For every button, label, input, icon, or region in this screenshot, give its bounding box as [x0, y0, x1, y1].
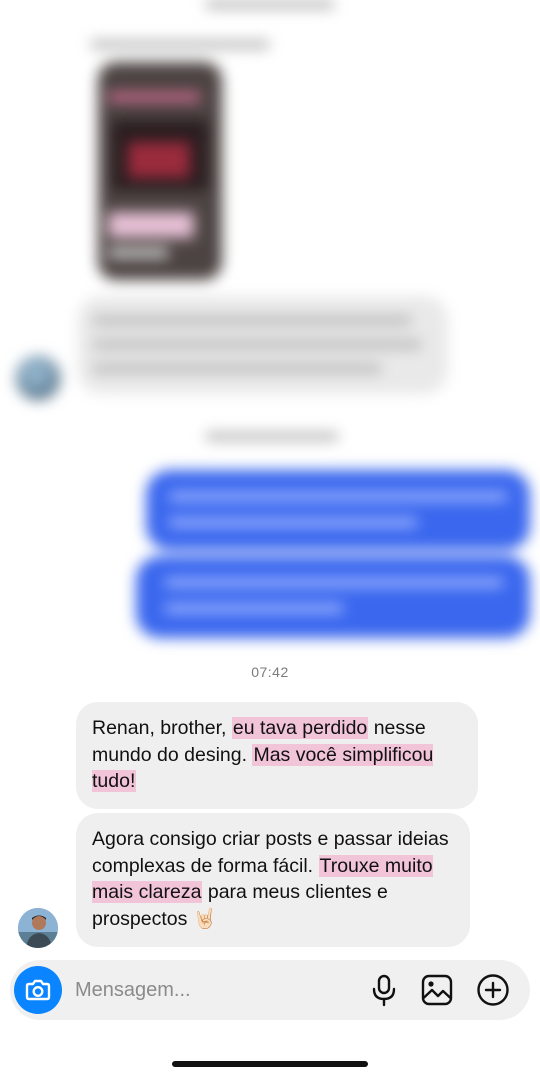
blurred-conversation-history [0, 0, 540, 650]
rock-hand-emoji: 🤘🏻 [192, 907, 218, 930]
message-composer: Mensagem... [10, 960, 530, 1020]
blurred-outgoing-message [136, 556, 530, 638]
home-indicator[interactable] [172, 1061, 368, 1067]
sender-avatar[interactable] [18, 908, 58, 948]
gallery-button[interactable] [419, 972, 455, 1008]
microphone-icon [372, 974, 396, 1007]
blurred-avatar [16, 356, 60, 400]
message-text: Renan, brother, [92, 717, 232, 739]
add-icon [477, 974, 509, 1006]
blurred-outgoing-message [146, 470, 530, 550]
message-input[interactable]: Mensagem... [75, 979, 191, 1002]
camera-button[interactable] [14, 966, 62, 1014]
shared-post-thumbnail [98, 62, 222, 280]
message-timestamp: 07:42 [251, 664, 289, 680]
incoming-message[interactable]: Agora consigo criar posts e passar ideia… [76, 813, 470, 947]
incoming-message[interactable]: Renan, brother, eu tava perdido nesse mu… [76, 702, 478, 809]
blurred-incoming-message [78, 296, 448, 394]
highlighted-text: eu tava perdido [231, 717, 369, 739]
add-button[interactable] [475, 972, 511, 1008]
gallery-icon [421, 974, 453, 1006]
microphone-button[interactable] [366, 972, 402, 1008]
camera-icon [25, 979, 51, 1001]
